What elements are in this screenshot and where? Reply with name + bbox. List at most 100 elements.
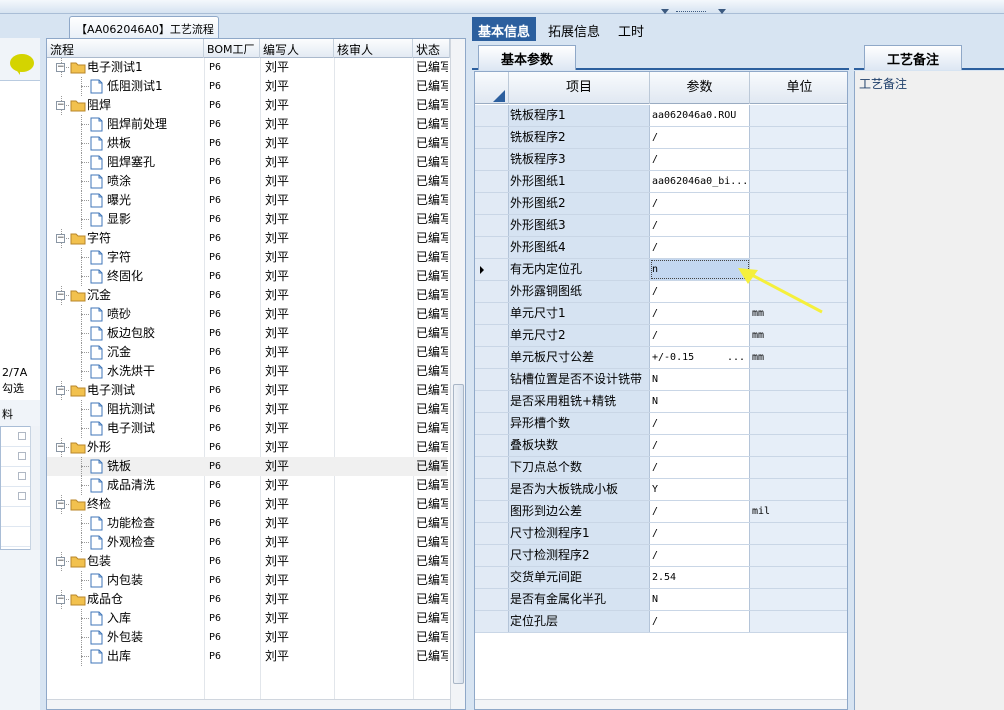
param-value-cell[interactable]: /	[650, 413, 750, 434]
param-row[interactable]: 单元尺寸2/mm	[475, 325, 847, 347]
tree-row[interactable]: 外观检查 P6 刘平 已编写	[47, 533, 448, 552]
param-row[interactable]: 铣板程序2/	[475, 127, 847, 149]
row-indicator[interactable]	[475, 171, 509, 192]
row-indicator[interactable]	[475, 479, 509, 500]
param-unit-cell[interactable]	[750, 479, 847, 500]
tree-row[interactable]: 入库 P6 刘平 已编写	[47, 609, 448, 628]
tree-row[interactable]: − 外形 P6 刘平 已编写	[47, 438, 448, 457]
row-checkbox[interactable]	[18, 472, 26, 480]
col-header-bom[interactable]: BOM工厂	[204, 39, 260, 58]
tree-row[interactable]: 阻焊塞孔 P6 刘平 已编写	[47, 153, 448, 172]
param-value-cell[interactable]: /	[650, 149, 750, 170]
splitter-grip[interactable]	[676, 11, 706, 14]
col-header-item[interactable]: 项目	[509, 72, 650, 104]
param-value-cell[interactable]: Y	[650, 479, 750, 500]
collapse-toggle-icon[interactable]: −	[56, 443, 65, 452]
collapse-toggle-icon[interactable]: −	[56, 291, 65, 300]
row-indicator[interactable]	[475, 567, 509, 588]
param-value-cell[interactable]: /	[650, 435, 750, 456]
tree-row[interactable]: 烘板 P6 刘平 已编写	[47, 134, 448, 153]
param-row[interactable]: 铣板程序1 aa062046a0.ROU	[475, 105, 847, 127]
param-value-cell[interactable]: /	[650, 611, 750, 632]
param-unit-cell[interactable]	[750, 611, 847, 632]
tree-vertical-scrollbar[interactable]	[450, 39, 465, 709]
row-checkbox[interactable]	[18, 432, 26, 440]
row-checkbox[interactable]	[18, 492, 26, 500]
param-value-cell[interactable]: /	[650, 193, 750, 214]
param-unit-cell[interactable]	[750, 237, 847, 258]
param-row[interactable]: 交货单元间距 2.54	[475, 567, 847, 589]
param-unit-cell[interactable]	[750, 457, 847, 478]
param-value-cell[interactable]: /	[650, 215, 750, 236]
row-checkbox[interactable]	[18, 452, 26, 460]
col-header-reviewer[interactable]: 核审人	[334, 39, 413, 58]
col-header-param[interactable]: 参数	[650, 72, 750, 104]
tree-row[interactable]: 电子测试 P6 刘平 已编写	[47, 419, 448, 438]
collapse-toggle-icon[interactable]: −	[56, 234, 65, 243]
tree-row[interactable]: 沉金 P6 刘平 已编写	[47, 343, 448, 362]
row-indicator[interactable]	[475, 215, 509, 236]
row-indicator[interactable]	[475, 369, 509, 390]
row-indicator[interactable]	[475, 237, 509, 258]
ellipsis-button[interactable]: ...	[727, 347, 745, 368]
param-unit-cell[interactable]	[750, 523, 847, 544]
tab-extended-info[interactable]: 拓展信息	[542, 17, 606, 41]
row-indicator[interactable]	[475, 413, 509, 434]
collapse-toggle-icon[interactable]: −	[56, 595, 65, 604]
row-indicator[interactable]	[475, 325, 509, 346]
param-row[interactable]: 是否采用粗铣+精铣 N	[475, 391, 847, 413]
tree-row[interactable]: 喷砂 P6 刘平 已编写	[47, 305, 448, 324]
tree-row[interactable]: 成品清洗 P6 刘平 已编写	[47, 476, 448, 495]
row-indicator[interactable]	[475, 611, 509, 632]
tree-row[interactable]: − 电子测试 P6 刘平 已编写	[47, 381, 448, 400]
tree-row[interactable]: 喷涂 P6 刘平 已编写	[47, 172, 448, 191]
col-header-flow[interactable]: 流程	[47, 39, 204, 58]
param-unit-cell[interactable]	[750, 171, 847, 192]
splitter-middle[interactable]	[466, 14, 472, 710]
param-value-cell[interactable]: aa062046a0_bi...	[650, 171, 750, 192]
tree-row[interactable]: 曝光 P6 刘平 已编写	[47, 191, 448, 210]
param-unit-cell[interactable]	[750, 127, 847, 148]
collapse-toggle-icon[interactable]: −	[56, 557, 65, 566]
param-row[interactable]: 外形图纸1 aa062046a0_bi...	[475, 171, 847, 193]
param-unit-cell[interactable]	[750, 215, 847, 236]
tree-row[interactable]: 板边包胶 P6 刘平 已编写	[47, 324, 448, 343]
row-indicator[interactable]	[475, 127, 509, 148]
row-indicator[interactable]	[475, 259, 509, 280]
tree-row[interactable]: 阻抗测试 P6 刘平 已编写	[47, 400, 448, 419]
tree-row[interactable]: − 终检 P6 刘平 已编写	[47, 495, 448, 514]
param-unit-cell[interactable]	[750, 567, 847, 588]
param-row[interactable]: 图形到边公差 / mil	[475, 501, 847, 523]
param-row[interactable]: 尺寸检测程序1/	[475, 523, 847, 545]
row-indicator[interactable]	[475, 105, 509, 126]
collapse-down-arrow-icon[interactable]	[718, 9, 726, 14]
row-indicator[interactable]	[475, 391, 509, 412]
tree-row[interactable]: 水洗烘干 P6 刘平 已编写	[47, 362, 448, 381]
param-value-cell[interactable]: /	[650, 237, 750, 258]
param-unit-cell[interactable]: mm	[750, 347, 847, 368]
param-unit-cell[interactable]	[750, 369, 847, 390]
row-indicator[interactable]	[475, 193, 509, 214]
grid-corner[interactable]	[475, 72, 509, 104]
row-indicator[interactable]	[475, 281, 509, 302]
param-row[interactable]: 定位孔层 /	[475, 611, 847, 633]
param-row[interactable]: 异形槽个数 /	[475, 413, 847, 435]
tree-row[interactable]: 功能检查 P6 刘平 已编写	[47, 514, 448, 533]
row-indicator[interactable]	[475, 501, 509, 522]
param-row[interactable]: 外形图纸3/	[475, 215, 847, 237]
collapse-toggle-icon[interactable]: −	[56, 500, 65, 509]
tree-row[interactable]: − 沉金 P6 刘平 已编写	[47, 286, 448, 305]
param-value-cell[interactable]: /	[650, 501, 750, 522]
param-value-cell[interactable]: +/-0.15...	[650, 347, 750, 368]
param-unit-cell[interactable]	[750, 193, 847, 214]
tree-row[interactable]: − 电子测试1 P6 刘平 已编写	[47, 58, 448, 77]
tab-process-remarks[interactable]: 工艺备注	[864, 45, 962, 70]
param-unit-cell[interactable]: mil	[750, 501, 847, 522]
param-row[interactable]: 外形图纸4/	[475, 237, 847, 259]
tree-row[interactable]: − 字符 P6 刘平 已编写	[47, 229, 448, 248]
tree-row[interactable]: 内包装 P6 刘平 已编写	[47, 571, 448, 590]
col-header-status[interactable]: 状态	[413, 39, 450, 58]
chat-bubble-icon[interactable]	[10, 54, 34, 75]
param-value-cell[interactable]: N	[650, 589, 750, 610]
param-row[interactable]: 是否为大板铣成小板 Y	[475, 479, 847, 501]
